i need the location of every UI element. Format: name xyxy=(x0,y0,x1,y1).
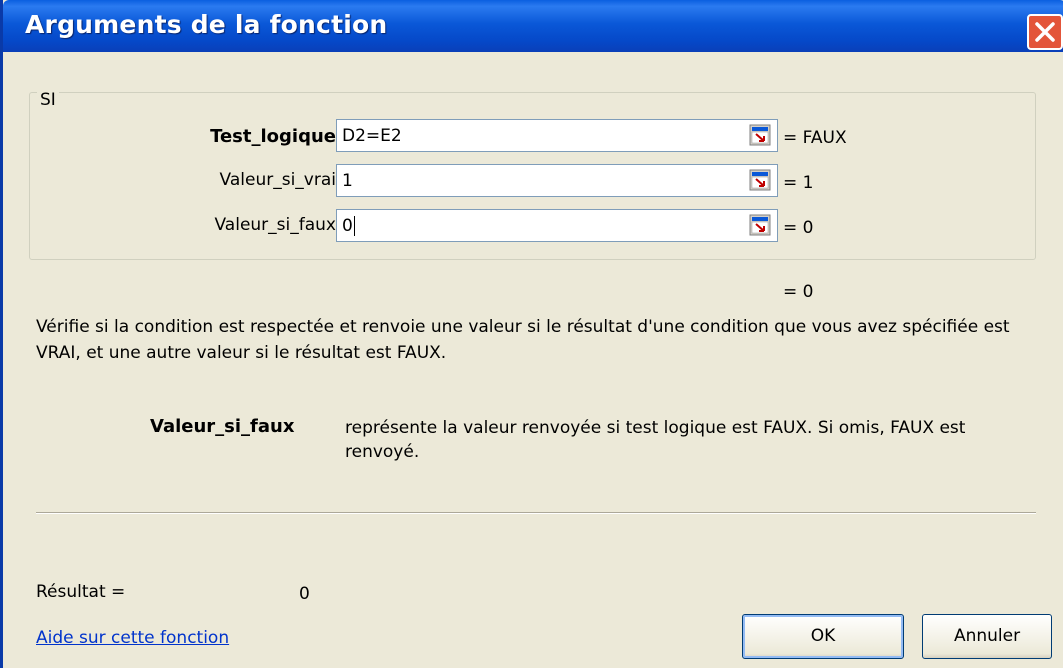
collapse-dialog-icon[interactable] xyxy=(749,124,771,146)
function-name: SI xyxy=(37,90,59,110)
separator xyxy=(36,512,1036,514)
ok-button[interactable]: OK xyxy=(742,614,904,659)
close-button[interactable] xyxy=(1027,14,1063,50)
arg-eval-valeur-si-vrai: = 1 xyxy=(783,173,814,193)
result-label: Résultat = xyxy=(36,582,126,602)
valeur-si-faux-input[interactable]: 0 xyxy=(336,209,778,242)
help-link[interactable]: Aide sur cette fonction xyxy=(36,628,229,648)
dialog-body: SI Test_logique D2=E2 = FAUX Valeur_si_v… xyxy=(3,52,1063,668)
title-bar[interactable]: Arguments de la fonction xyxy=(3,0,1063,52)
formula-result-preview: = 0 xyxy=(783,282,814,302)
close-icon xyxy=(1035,22,1055,42)
test-logique-value: D2=E2 xyxy=(342,126,402,146)
arg-label-valeur-si-vrai: Valeur_si_vrai xyxy=(219,170,336,190)
arg-eval-valeur-si-faux: = 0 xyxy=(783,218,814,238)
valeur-si-vrai-value: 1 xyxy=(342,171,353,191)
dialog-title: Arguments de la fonction xyxy=(25,10,388,39)
function-description: Vérifie si la condition est respectée et… xyxy=(36,317,1010,363)
test-logique-input[interactable]: D2=E2 xyxy=(336,119,778,152)
parameter-help-name: Valeur_si_faux xyxy=(150,416,295,437)
arg-label-test-logique: Test_logique xyxy=(210,126,336,147)
arg-eval-test-logique: = FAUX xyxy=(783,128,847,148)
function-arguments-dialog: Arguments de la fonction SI Test_logique… xyxy=(0,0,1063,668)
result-value: 0 xyxy=(299,584,310,604)
collapse-dialog-icon[interactable] xyxy=(749,169,771,191)
parameter-help-text: représente la valeur renvoyée si test lo… xyxy=(345,418,966,462)
valeur-si-vrai-input[interactable]: 1 xyxy=(336,164,778,197)
cancel-button[interactable]: Annuler xyxy=(922,614,1052,659)
text-caret xyxy=(353,216,355,236)
collapse-dialog-icon[interactable] xyxy=(749,214,771,236)
arg-label-valeur-si-faux: Valeur_si_faux xyxy=(214,215,337,235)
valeur-si-faux-value: 0 xyxy=(342,216,355,236)
